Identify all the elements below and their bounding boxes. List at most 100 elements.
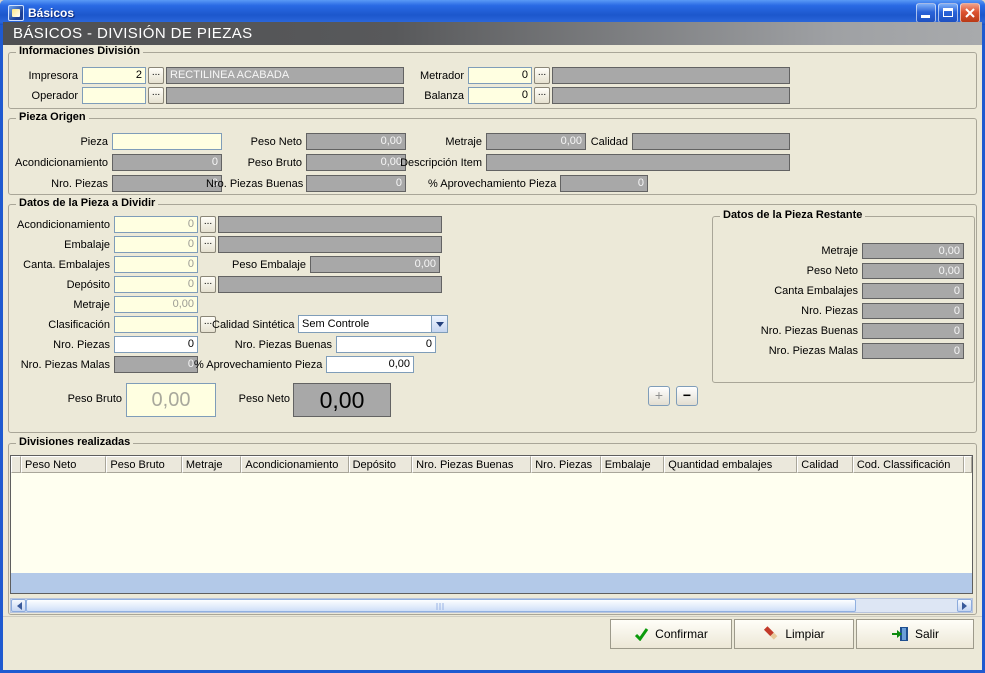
pieza-label: Pieza bbox=[20, 136, 108, 148]
dividir-acondicionamiento-lookup-button[interactable]: ... bbox=[200, 216, 216, 233]
scroll-right-button[interactable] bbox=[957, 599, 972, 612]
close-button[interactable] bbox=[960, 3, 980, 23]
origen-aprovechamiento-field: 0 bbox=[560, 175, 648, 192]
dividir-nro-piezas-label: Nro. Piezas bbox=[10, 339, 110, 351]
operador-label: Operador bbox=[12, 90, 78, 102]
nro-piezas-malas-label: Nro. Piezas Malas bbox=[10, 359, 110, 371]
grid-column-header-6[interactable]: Nro. Piezas Buenas bbox=[412, 456, 531, 473]
grid-column-header-5[interactable]: Depósito bbox=[349, 456, 413, 473]
dividir-nro-piezas-buenas-input[interactable]: 0 bbox=[336, 336, 436, 353]
impresora-label: Impresora bbox=[12, 70, 78, 82]
grid-column-header-8[interactable]: Embalaje bbox=[601, 456, 665, 473]
minimize-icon bbox=[921, 15, 930, 18]
balanza-input[interactable]: 0 bbox=[468, 87, 532, 104]
scroll-thumb[interactable] bbox=[26, 599, 856, 612]
divisiones-grid[interactable]: Peso NetoPeso BrutoMetrajeAcondicionamie… bbox=[10, 455, 973, 594]
pieza-restante-title: Datos de la Pieza Restante bbox=[720, 209, 865, 221]
limpiar-label: Limpiar bbox=[785, 627, 824, 641]
descripcion-item-field bbox=[486, 154, 790, 171]
deposito-desc-field bbox=[218, 276, 442, 293]
canta-embalajes-input[interactable]: 0 bbox=[114, 256, 198, 273]
impresora-lookup-button[interactable]: ... bbox=[148, 67, 164, 84]
embalaje-desc-field bbox=[218, 236, 442, 253]
origen-acondicionamiento-field: 0 bbox=[112, 154, 222, 171]
deposito-input[interactable]: 0 bbox=[114, 276, 198, 293]
origen-calidad-field bbox=[632, 133, 790, 150]
dividir-acondicionamiento-input[interactable]: 0 bbox=[114, 216, 198, 233]
clasificacion-input[interactable] bbox=[114, 316, 198, 333]
restante-metraje-field: 0,00 bbox=[862, 243, 964, 259]
operador-input[interactable] bbox=[82, 87, 146, 104]
operador-lookup-button[interactable]: ... bbox=[148, 87, 164, 104]
grid-column-header-9[interactable]: Quantidad embalajes bbox=[664, 456, 797, 473]
metrador-input[interactable]: 0 bbox=[468, 67, 532, 84]
origen-peso-neto-field: 0,00 bbox=[306, 133, 406, 150]
restante-metraje-label: Metraje bbox=[722, 245, 858, 257]
restante-peso-neto-label: Peso Neto bbox=[722, 265, 858, 277]
grid-column-header-4[interactable]: Acondicionamiento bbox=[241, 456, 348, 473]
grid-column-header-2[interactable]: Peso Bruto bbox=[106, 456, 181, 473]
combo-dropdown-button[interactable] bbox=[431, 316, 447, 332]
horizontal-scrollbar[interactable] bbox=[10, 598, 973, 613]
close-icon bbox=[964, 7, 976, 19]
restante-canta-embalajes-field: 0 bbox=[862, 283, 964, 299]
embalaje-label: Embalaje bbox=[10, 239, 110, 251]
window-title: Básicos bbox=[28, 6, 74, 20]
add-button[interactable]: + bbox=[648, 386, 670, 406]
salir-button[interactable]: Salir bbox=[856, 619, 974, 649]
dividir-acondicionamiento-desc-field bbox=[218, 216, 442, 233]
grid-column-header-7[interactable]: Nro. Piezas bbox=[531, 456, 601, 473]
remove-button[interactable]: − bbox=[676, 386, 698, 406]
nro-piezas-malas-field: 0 bbox=[114, 356, 198, 373]
balanza-lookup-button[interactable]: ... bbox=[534, 87, 550, 104]
origen-metraje-label: Metraje bbox=[420, 136, 482, 148]
maximize-button[interactable] bbox=[938, 3, 958, 23]
metrador-lookup-button[interactable]: ... bbox=[534, 67, 550, 84]
grid-column-header-10[interactable]: Calidad bbox=[797, 456, 853, 473]
balanza-label: Balanza bbox=[408, 90, 464, 102]
grid-column-header-partial bbox=[964, 456, 972, 473]
salir-label: Salir bbox=[915, 627, 939, 641]
dividir-nro-piezas-input[interactable]: 0 bbox=[114, 336, 198, 353]
impresora-input[interactable]: 2 bbox=[82, 67, 146, 84]
grid-column-header-1[interactable]: Peso Neto bbox=[21, 456, 106, 473]
pieza-input[interactable] bbox=[112, 133, 222, 150]
peso-embalaje-field: 0,00 bbox=[310, 256, 440, 273]
embalaje-lookup-button[interactable]: ... bbox=[200, 236, 216, 253]
origen-metraje-field: 0,00 bbox=[486, 133, 586, 150]
scroll-left-button[interactable] bbox=[11, 599, 26, 612]
metrador-desc-field bbox=[552, 67, 790, 84]
grid-column-header-11[interactable]: Cod. Classificación bbox=[853, 456, 964, 473]
limpiar-button[interactable]: Limpiar bbox=[734, 619, 854, 649]
calidad-sintetica-label: Calidad Sintética bbox=[212, 319, 294, 331]
dividir-metraje-input[interactable]: 0,00 bbox=[114, 296, 198, 313]
operador-desc-field bbox=[166, 87, 404, 104]
dividir-peso-neto-label: Peso Neto bbox=[236, 393, 290, 405]
eraser-icon bbox=[763, 626, 779, 642]
calidad-sintetica-combo[interactable]: Sem Controle bbox=[298, 315, 448, 333]
minimize-button[interactable] bbox=[916, 3, 936, 23]
restante-nro-piezas-malas-label: Nro. Piezas Malas bbox=[722, 345, 858, 357]
canta-embalajes-label: Canta. Embalajes bbox=[10, 259, 110, 271]
restante-nro-piezas-buenas-field: 0 bbox=[862, 323, 964, 339]
grid-selected-row[interactable] bbox=[11, 573, 972, 593]
scroll-left-icon bbox=[13, 602, 22, 610]
check-icon bbox=[634, 627, 649, 641]
divisiones-realizadas-title: Divisiones realizadas bbox=[16, 436, 133, 448]
origen-peso-neto-label: Peso Neto bbox=[238, 136, 302, 148]
peso-bruto-display[interactable]: 0,00 bbox=[126, 383, 216, 417]
dividir-metraje-label: Metraje bbox=[10, 299, 110, 311]
restante-nro-piezas-malas-field: 0 bbox=[862, 343, 964, 359]
grid-body[interactable] bbox=[11, 473, 972, 573]
impresora-desc-field: RECTILINEA ACABADA bbox=[166, 67, 404, 84]
page-title: BÁSICOS - DIVISIÓN DE PIEZAS bbox=[3, 25, 253, 42]
embalaje-input[interactable]: 0 bbox=[114, 236, 198, 253]
scroll-right-icon bbox=[962, 602, 971, 610]
deposito-lookup-button[interactable]: ... bbox=[200, 276, 216, 293]
confirmar-button[interactable]: Confirmar bbox=[610, 619, 732, 649]
dividir-aprovechamiento-input[interactable]: 0,00 bbox=[326, 356, 414, 373]
restante-nro-piezas-field: 0 bbox=[862, 303, 964, 319]
chevron-down-icon bbox=[436, 322, 444, 331]
origen-aprovechamiento-label: % Aprovechamiento Pieza bbox=[428, 178, 556, 190]
grid-column-header-3[interactable]: Metraje bbox=[182, 456, 242, 473]
